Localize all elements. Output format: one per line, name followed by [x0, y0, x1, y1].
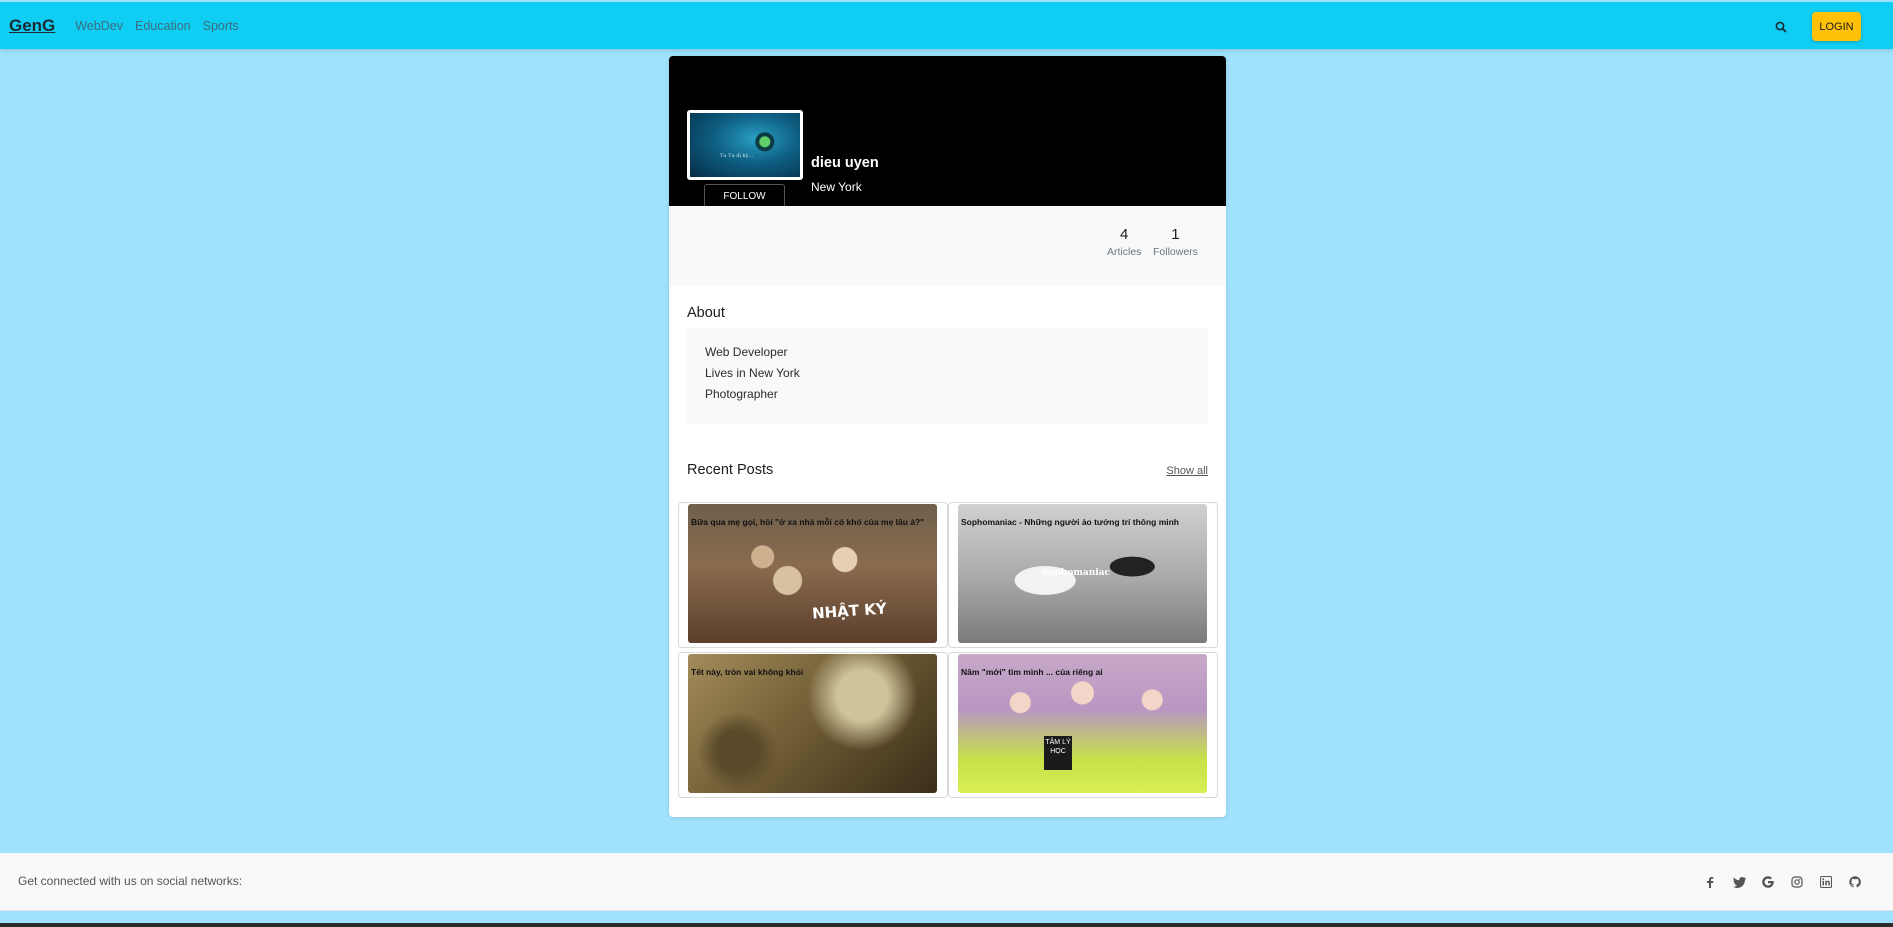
about-line: Web Developer [705, 345, 788, 359]
recent-posts-title: Recent Posts [687, 462, 774, 478]
stat-articles-label: Articles [1107, 246, 1142, 258]
profile-card: Tu Tu dị kỳ... FOLLOW dieu uyen New York… [669, 56, 1226, 817]
post-image: Tết này, tròn vai không khỏi [688, 654, 937, 793]
about-title: About [687, 305, 725, 321]
search-icon[interactable] [1770, 16, 1792, 38]
nav-link-education[interactable]: Education [135, 19, 191, 33]
post-card[interactable]: Năm "mới" tìm mình ... của riêng ai TÂM … [948, 652, 1218, 798]
stat-followers-label: Followers [1153, 246, 1198, 258]
top-navbar: GenG WebDev Education Sports LOGIN [0, 2, 1893, 49]
google-icon[interactable] [1760, 874, 1776, 890]
post-title: Bữa qua mẹ gọi, hỏi "ở xa nhà mỗi có khó… [691, 517, 925, 527]
show-all-link[interactable]: Show all [1166, 465, 1208, 477]
stat-articles: 4 Articles [1107, 226, 1141, 258]
post-image: Năm "mới" tìm mình ... của riêng ai TÂM … [958, 654, 1207, 793]
twitter-icon[interactable] [1731, 874, 1747, 890]
post-title: Năm "mới" tìm mình ... của riêng ai [961, 667, 1103, 677]
avatar-caption: Tu Tu dị kỳ... [720, 153, 754, 159]
footer-text: Get connected with us on social networks… [18, 874, 243, 888]
bottom-strip [0, 923, 1893, 927]
profile-location: New York [811, 180, 862, 194]
profile-stats: 4 Articles 1 Followers [669, 206, 1226, 286]
github-icon[interactable] [1847, 874, 1863, 890]
post-image-overlay: TÂM LÝ HỌC [1044, 736, 1072, 770]
post-card[interactable]: Bữa qua mẹ gọi, hỏi "ở xa nhà mỗi có khó… [678, 502, 948, 648]
linkedin-icon[interactable] [1818, 874, 1834, 890]
profile-cover: Tu Tu dị kỳ... FOLLOW dieu uyen New York [669, 56, 1226, 208]
post-image: Bữa qua mẹ gọi, hỏi "ở xa nhà mỗi có khó… [688, 504, 937, 643]
instagram-icon[interactable] [1789, 874, 1805, 890]
post-card[interactable]: Sophomaniac - Những người ảo tưởng trí t… [948, 502, 1218, 648]
about-line: Lives in New York [705, 366, 800, 380]
about-box: Web Developer Lives in New York Photogra… [687, 328, 1208, 424]
avatar: Tu Tu dị kỳ... [687, 110, 803, 180]
footer: Get connected with us on social networks… [0, 853, 1893, 911]
post-title: Tết này, tròn vai không khỏi [691, 667, 804, 677]
post-card[interactable]: Tết này, tròn vai không khỏi [678, 652, 948, 798]
navbar-actions: LOGIN [1770, 12, 1861, 41]
facebook-icon[interactable] [1702, 874, 1718, 890]
post-title: Sophomaniac - Những người ảo tưởng trí t… [961, 517, 1180, 527]
post-image-overlay: NHẬT KÝ [811, 599, 888, 623]
nav-link-webdev[interactable]: WebDev [75, 19, 123, 33]
stat-followers: 1 Followers [1153, 226, 1198, 258]
social-links [1689, 874, 1863, 890]
post-image: Sophomaniac - Những người ảo tưởng trí t… [958, 504, 1207, 643]
follow-button[interactable]: FOLLOW [704, 184, 785, 208]
about-line: Photographer [705, 387, 778, 401]
stat-followers-value: 1 [1171, 226, 1180, 243]
stat-articles-value: 4 [1120, 226, 1129, 243]
profile-name: dieu uyen [811, 155, 879, 171]
post-image-overlay: Sophomaniac [1042, 568, 1110, 578]
nav-link-sports[interactable]: Sports [203, 19, 239, 33]
brand-logo[interactable]: GenG [9, 16, 55, 36]
login-button[interactable]: LOGIN [1812, 12, 1861, 41]
